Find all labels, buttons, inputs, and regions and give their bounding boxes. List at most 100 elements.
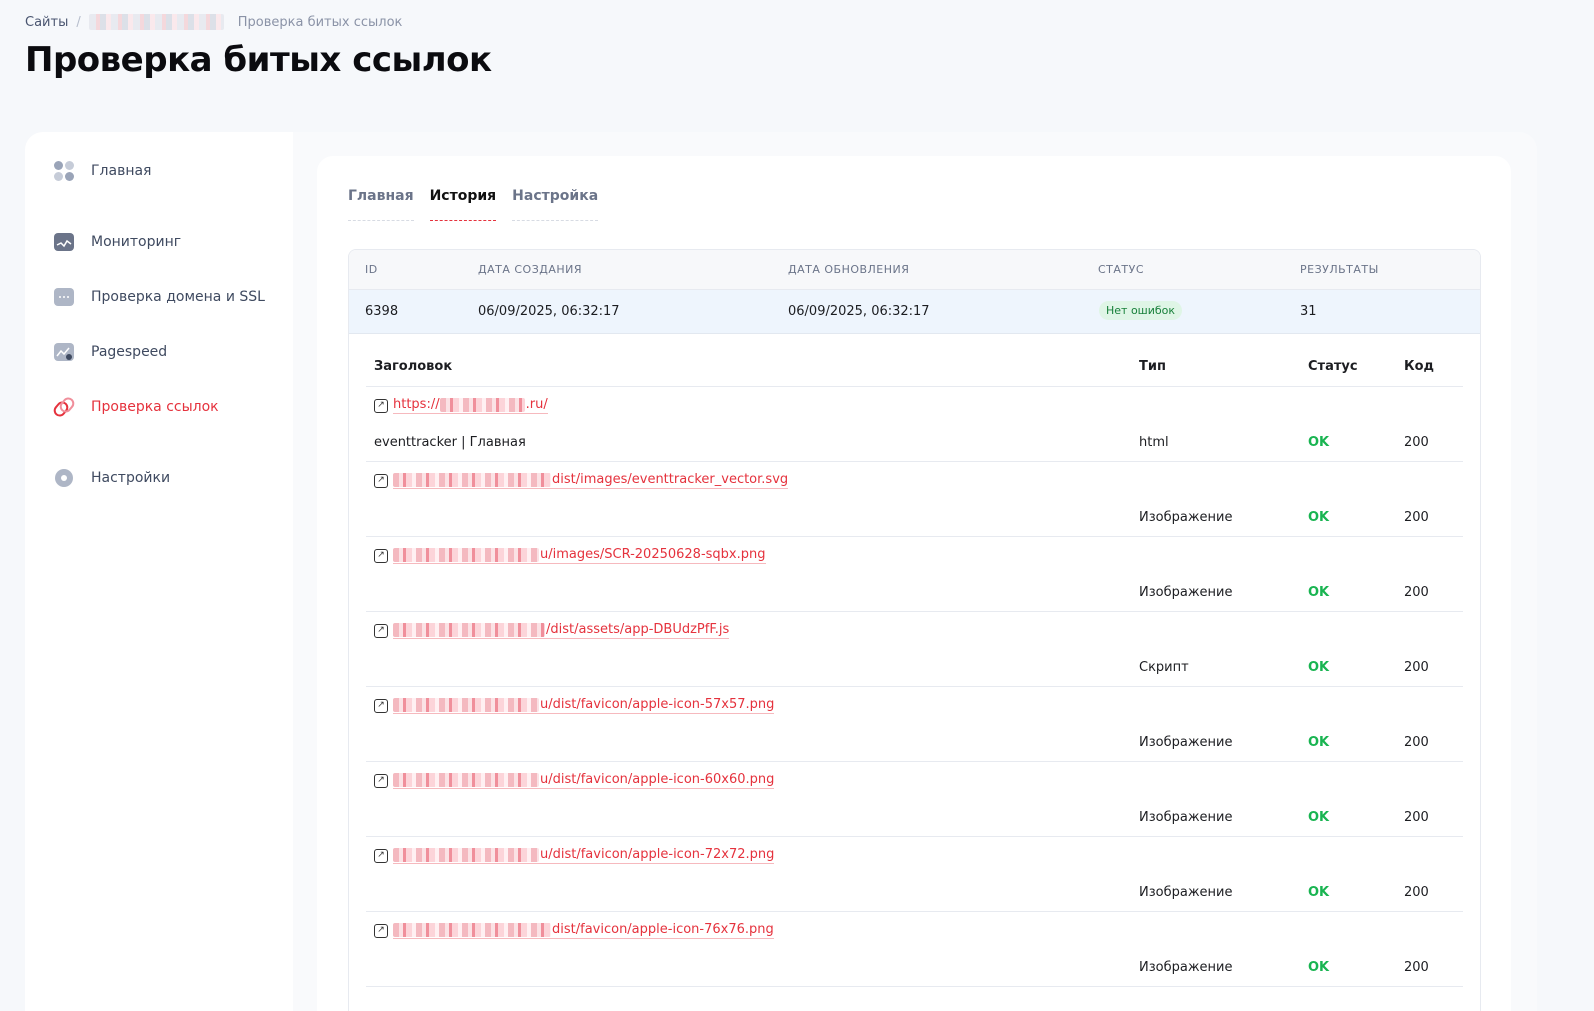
link-url[interactable]: https://.ru/ bbox=[393, 397, 548, 414]
link-type: Изображение bbox=[1139, 960, 1233, 975]
run-updated: 06/09/2025, 06:32:17 bbox=[788, 304, 930, 319]
sidebar-item-label: Мониторинг bbox=[91, 234, 182, 250]
sidebar-item-label: Проверка домена и SSL bbox=[91, 289, 265, 305]
link-url[interactable]: u/dist/favicon/apple-icon-57x57.png bbox=[393, 697, 775, 714]
column-header-status: СТАТУС bbox=[1098, 263, 1145, 276]
history-table: ID ДАТА СОЗДАНИЯ ДАТА ОБНОВЛЕНИЯ СТАТУС … bbox=[348, 249, 1481, 1011]
tab-settings[interactable]: Настройка bbox=[512, 188, 599, 221]
link-status: OK bbox=[1308, 435, 1330, 450]
breadcrumb: Сайты / Проверка битых ссылок bbox=[25, 14, 402, 30]
external-link-icon: ↗ bbox=[374, 398, 388, 413]
column-header-created: ДАТА СОЗДАНИЯ bbox=[478, 263, 583, 276]
breadcrumb-site-link-redacted[interactable] bbox=[88, 14, 224, 30]
redacted-domain bbox=[393, 922, 551, 937]
link-type: Изображение bbox=[1139, 810, 1233, 825]
link-url[interactable]: dist/images/eventtracker_vector.svg bbox=[393, 472, 789, 489]
run-created: 06/09/2025, 06:32:17 bbox=[478, 304, 620, 319]
link-type: Изображение bbox=[1139, 885, 1233, 900]
main-content: Главная История Настройка ID ДАТА СОЗДАН… bbox=[317, 156, 1511, 1011]
table-row: ↗ u/dist/favicon/apple-icon-72x72.png Из… bbox=[366, 837, 1463, 912]
status-badge: Нет ошибок bbox=[1099, 301, 1183, 320]
link-url[interactable]: dist/favicon/apple-icon-76x76.png bbox=[393, 922, 774, 939]
links-icon bbox=[51, 395, 77, 419]
history-table-header: ID ДАТА СОЗДАНИЯ ДАТА ОБНОВЛЕНИЯ СТАТУС … bbox=[349, 250, 1480, 290]
run-id: 6398 bbox=[365, 304, 399, 319]
breadcrumb-current: Проверка битых ссылок bbox=[237, 14, 403, 30]
column-header-code: Код bbox=[1404, 359, 1435, 374]
link-url[interactable]: u/dist/favicon/apple-icon-72x72.png bbox=[393, 847, 775, 864]
link-code: 200 bbox=[1404, 510, 1429, 525]
table-row[interactable]: 6398 06/09/2025, 06:32:17 06/09/2025, 06… bbox=[349, 290, 1480, 334]
link-code: 200 bbox=[1404, 660, 1429, 675]
links-table: Заголовок Тип Статус Код ↗ https://.ru/ … bbox=[349, 334, 1480, 987]
page-title: Проверка битых ссылок bbox=[25, 40, 492, 80]
sidebar-item-label: Настройки bbox=[91, 470, 171, 486]
sidebar-item-settings[interactable]: Настройки bbox=[53, 467, 170, 489]
redacted-domain bbox=[393, 847, 539, 862]
table-row: ↗ dist/favicon/apple-icon-76x76.png Изоб… bbox=[366, 912, 1463, 987]
link-status: OK bbox=[1308, 510, 1330, 525]
link-code: 200 bbox=[1404, 435, 1429, 450]
link-title: eventtracker | Главная bbox=[374, 435, 526, 450]
external-link-icon: ↗ bbox=[374, 623, 388, 638]
redacted-domain bbox=[393, 772, 539, 787]
redacted-domain bbox=[393, 697, 539, 712]
table-row: ↗ dist/images/eventtracker_vector.svg Из… bbox=[366, 462, 1463, 537]
link-status: OK bbox=[1308, 810, 1330, 825]
link-url[interactable]: u/dist/favicon/apple-icon-60x60.png bbox=[393, 772, 775, 789]
column-header-type: Тип bbox=[1139, 359, 1166, 374]
link-status: OK bbox=[1308, 960, 1330, 975]
table-row: ↗ u/dist/favicon/apple-icon-60x60.png Из… bbox=[366, 762, 1463, 837]
sidebar-item-label: Главная bbox=[91, 163, 152, 179]
external-link-icon: ↗ bbox=[374, 773, 388, 788]
redacted-domain bbox=[393, 622, 545, 637]
redacted-domain bbox=[393, 547, 539, 562]
tab-history[interactable]: История bbox=[429, 188, 497, 221]
external-link-icon: ↗ bbox=[374, 548, 388, 563]
sidebar: Главная Мониторинг Проверка домена и SSL… bbox=[25, 132, 293, 1011]
sidebar-item-monitoring[interactable]: Мониторинг bbox=[53, 231, 181, 253]
run-results: 31 bbox=[1300, 304, 1317, 319]
link-type: html bbox=[1139, 435, 1169, 450]
column-header-id: ID bbox=[365, 263, 378, 276]
sidebar-item-home[interactable]: Главная bbox=[53, 160, 151, 182]
link-status: OK bbox=[1308, 585, 1330, 600]
link-type: Скрипт bbox=[1139, 660, 1189, 675]
external-link-icon: ↗ bbox=[374, 473, 388, 488]
table-row: ↗ /dist/assets/app-DBUdzPfF.js Скрипт OK… bbox=[366, 612, 1463, 687]
sidebar-item-link-check[interactable]: Проверка ссылок bbox=[51, 395, 219, 419]
column-header-title: Заголовок bbox=[374, 359, 453, 374]
sidebar-item-pagespeed[interactable]: Pagespeed bbox=[53, 341, 167, 363]
table-row: ↗ https://.ru/ eventtracker | Главная ht… bbox=[366, 387, 1463, 462]
sidebar-item-label: Проверка ссылок bbox=[91, 399, 219, 415]
link-url[interactable]: u/images/SCR-20250628-sqbx.png bbox=[393, 547, 766, 564]
link-type: Изображение bbox=[1139, 735, 1233, 750]
tab-main[interactable]: Главная bbox=[348, 188, 414, 221]
external-link-icon: ↗ bbox=[374, 698, 388, 713]
link-code: 200 bbox=[1404, 810, 1429, 825]
dashboard-icon bbox=[53, 160, 75, 182]
link-type: Изображение bbox=[1139, 510, 1233, 525]
redacted-domain bbox=[439, 397, 525, 412]
sidebar-item-label: Pagespeed bbox=[91, 344, 168, 360]
links-table-header: Заголовок Тип Статус Код bbox=[366, 334, 1463, 387]
link-type: Изображение bbox=[1139, 585, 1233, 600]
link-code: 200 bbox=[1404, 885, 1429, 900]
link-status: OK bbox=[1308, 885, 1330, 900]
monitoring-icon bbox=[53, 231, 75, 253]
column-header-updated: ДАТА ОБНОВЛЕНИЯ bbox=[788, 263, 910, 276]
breadcrumb-separator: / bbox=[76, 14, 81, 30]
column-header-link-status: Статус bbox=[1308, 359, 1358, 374]
table-row: ↗ u/images/SCR-20250628-sqbx.png Изображ… bbox=[366, 537, 1463, 612]
link-url[interactable]: /dist/assets/app-DBUdzPfF.js bbox=[393, 622, 730, 639]
link-status: OK bbox=[1308, 660, 1330, 675]
gear-icon bbox=[53, 467, 75, 489]
link-code: 200 bbox=[1404, 735, 1429, 750]
column-header-results: РЕЗУЛЬТАТЫ bbox=[1300, 263, 1379, 276]
link-code: 200 bbox=[1404, 585, 1429, 600]
sidebar-item-domain-ssl[interactable]: Проверка домена и SSL bbox=[53, 286, 265, 308]
pagespeed-icon bbox=[53, 341, 75, 363]
link-status: OK bbox=[1308, 735, 1330, 750]
redacted-domain bbox=[393, 472, 551, 487]
breadcrumb-sites-link[interactable]: Сайты bbox=[25, 15, 68, 30]
